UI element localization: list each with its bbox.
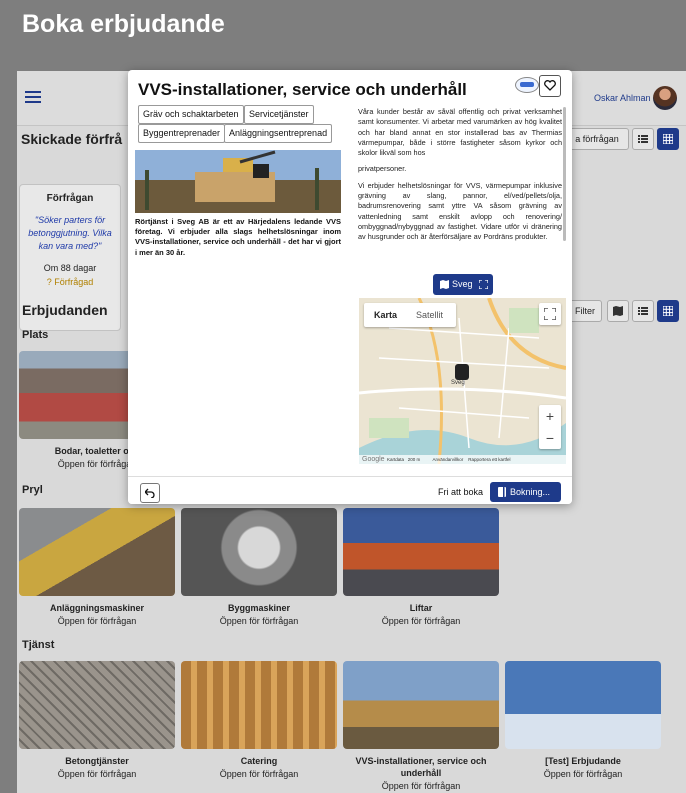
new-request-button[interactable]: a förfrågan xyxy=(565,128,629,150)
modal-footer: Fri att boka Bokning... xyxy=(128,476,572,504)
category-place: Plats xyxy=(22,329,49,341)
free-to-book-label: Fri att boka xyxy=(438,487,484,497)
undo-arrow-icon xyxy=(145,488,155,498)
zoom-controls: + − xyxy=(539,405,561,449)
map-attribution: Google Kartdata 200 m Användarvillkor Ra… xyxy=(359,455,566,464)
favorite-button[interactable] xyxy=(539,75,561,97)
fullscreen-button[interactable] xyxy=(539,303,561,325)
map-type-satellite[interactable]: Satellit xyxy=(416,310,443,320)
offer-image xyxy=(505,661,661,749)
location-button[interactable]: Sveg xyxy=(433,274,493,295)
location-label: Sveg xyxy=(452,279,473,289)
offer-card-betongtjanster[interactable]: Betongtjänster Öppen för förfrågan xyxy=(19,661,175,779)
body-paragraph: Våra kunder består av såväl offentlig oc… xyxy=(358,107,562,158)
offer-title: Byggmaskiner xyxy=(227,603,291,613)
offer-title: [Test] Erbjudande xyxy=(545,756,621,766)
modal-title: VVS-installationer, service och underhål… xyxy=(138,80,467,99)
offer-status: Öppen för förfrågan xyxy=(543,769,623,779)
body-paragraph: privatpersoner. xyxy=(358,164,407,174)
zoom-in-button[interactable]: + xyxy=(539,405,561,427)
offer-card-catering[interactable]: Catering Öppen för förfrågan xyxy=(181,661,337,779)
text-scrollbar[interactable] xyxy=(563,107,566,241)
offer-title: Anläggningsmaskiner xyxy=(49,603,145,613)
grid-icon xyxy=(663,306,673,316)
offer-status: Öppen för förfrågan xyxy=(219,769,299,779)
category-service: Tjänst xyxy=(22,639,55,651)
offer-title: Liftar xyxy=(409,603,433,613)
tag-chip[interactable]: Byggentreprenader xyxy=(138,124,226,143)
request-status-label: Förfrågad xyxy=(54,277,94,287)
zoom-out-button[interactable]: − xyxy=(539,427,561,449)
expand-icon xyxy=(479,280,488,289)
grid-view-button-2[interactable] xyxy=(657,300,679,322)
request-heading: Förfrågan xyxy=(46,193,94,204)
offer-title: Betongtjänster xyxy=(65,756,129,766)
map-type-toggle[interactable]: Karta Satellit xyxy=(364,303,456,327)
tag-chip[interactable]: Anläggningsentreprenad xyxy=(224,124,333,143)
request-days: Om 88 dagar xyxy=(43,263,97,273)
offer-status: Öppen för förfrågan xyxy=(57,769,137,779)
offers-title: Erbjudanden xyxy=(22,302,108,318)
map-icon xyxy=(440,280,449,289)
offer-card-liftar[interactable]: Liftar Öppen för förfrågan xyxy=(343,508,499,626)
book-button-label: Bokning... xyxy=(510,487,551,497)
offer-image xyxy=(181,661,337,749)
map-marker-icon[interactable] xyxy=(455,364,469,380)
map-type-map[interactable]: Karta xyxy=(374,310,397,320)
offer-status: Öppen för förfrågan xyxy=(381,616,461,626)
tag-chip[interactable]: Gräv och schaktarbeten xyxy=(138,105,244,124)
offer-card-test[interactable]: [Test] Erbjudande Öppen för förfrågan xyxy=(505,661,661,779)
offer-card-anlaggningsmaskiner[interactable]: Anläggningsmaskiner Öppen för förfrågan xyxy=(19,508,175,626)
list-view-button[interactable] xyxy=(632,128,654,150)
page-title: Boka erbjudande xyxy=(22,10,225,38)
filter-button[interactable]: Filter xyxy=(568,300,602,322)
company-logo xyxy=(515,77,539,93)
list-icon xyxy=(638,307,648,315)
tag-chip[interactable]: Servicetjänster xyxy=(244,105,314,124)
book-button[interactable]: Bokning... xyxy=(490,482,561,502)
offer-title: Catering xyxy=(240,756,278,766)
body-paragraph: Vi erbjuder helhetslösningar för VVS, vä… xyxy=(358,180,562,242)
sent-requests-title: Skickade förfrå xyxy=(21,131,123,147)
grid-view-button[interactable] xyxy=(657,128,679,150)
offer-status: Öppen för förfrågan xyxy=(381,781,461,791)
grid-icon xyxy=(663,134,673,144)
map-marker-label: Sveg xyxy=(451,380,465,386)
offer-image xyxy=(19,661,175,749)
offer-detail-modal: VVS-installationer, service och underhål… xyxy=(128,70,572,504)
heart-icon xyxy=(544,80,556,91)
user-name[interactable]: Oskar Ahlman xyxy=(594,93,651,103)
offer-status: Öppen för förfrågan xyxy=(57,616,137,626)
map-footer-text: Kartdata 200 m Användarvillkor Rapporter… xyxy=(387,457,511,462)
offer-card-byggmaskiner[interactable]: Byggmaskiner Öppen för förfrågan xyxy=(181,508,337,626)
offer-status: Öppen för förfrågan xyxy=(219,616,299,626)
avatar[interactable] xyxy=(653,86,677,110)
offer-photo xyxy=(135,150,341,213)
offer-title: VVS-installationer, service och underhål… xyxy=(355,756,487,778)
back-button[interactable] xyxy=(140,483,160,503)
offer-image xyxy=(181,508,337,596)
offer-description: Rörtjänst i Sveg AB är ett av Härjedalen… xyxy=(135,217,341,257)
category-gear: Pryl xyxy=(22,484,43,496)
question-icon: ? xyxy=(46,277,52,287)
google-logo: Google xyxy=(362,456,385,463)
offer-image xyxy=(343,661,499,749)
request-quote: "Söker parters för betonggjutning. Vilka… xyxy=(28,215,112,251)
offer-image xyxy=(343,508,499,596)
request-status: ? Förfrågad xyxy=(20,277,120,287)
list-view-button-2[interactable] xyxy=(632,300,654,322)
fullscreen-icon xyxy=(544,308,556,320)
offer-image xyxy=(19,508,175,596)
list-icon xyxy=(638,135,648,143)
map-view-button[interactable] xyxy=(607,300,629,322)
map-icon xyxy=(613,306,623,316)
book-icon xyxy=(498,487,506,497)
menu-icon[interactable] xyxy=(25,91,41,103)
location-map[interactable]: Karta Satellit Sveg + − Google Kartdata … xyxy=(359,298,566,464)
offer-card-vvs[interactable]: VVS-installationer, service och underhål… xyxy=(343,661,499,791)
